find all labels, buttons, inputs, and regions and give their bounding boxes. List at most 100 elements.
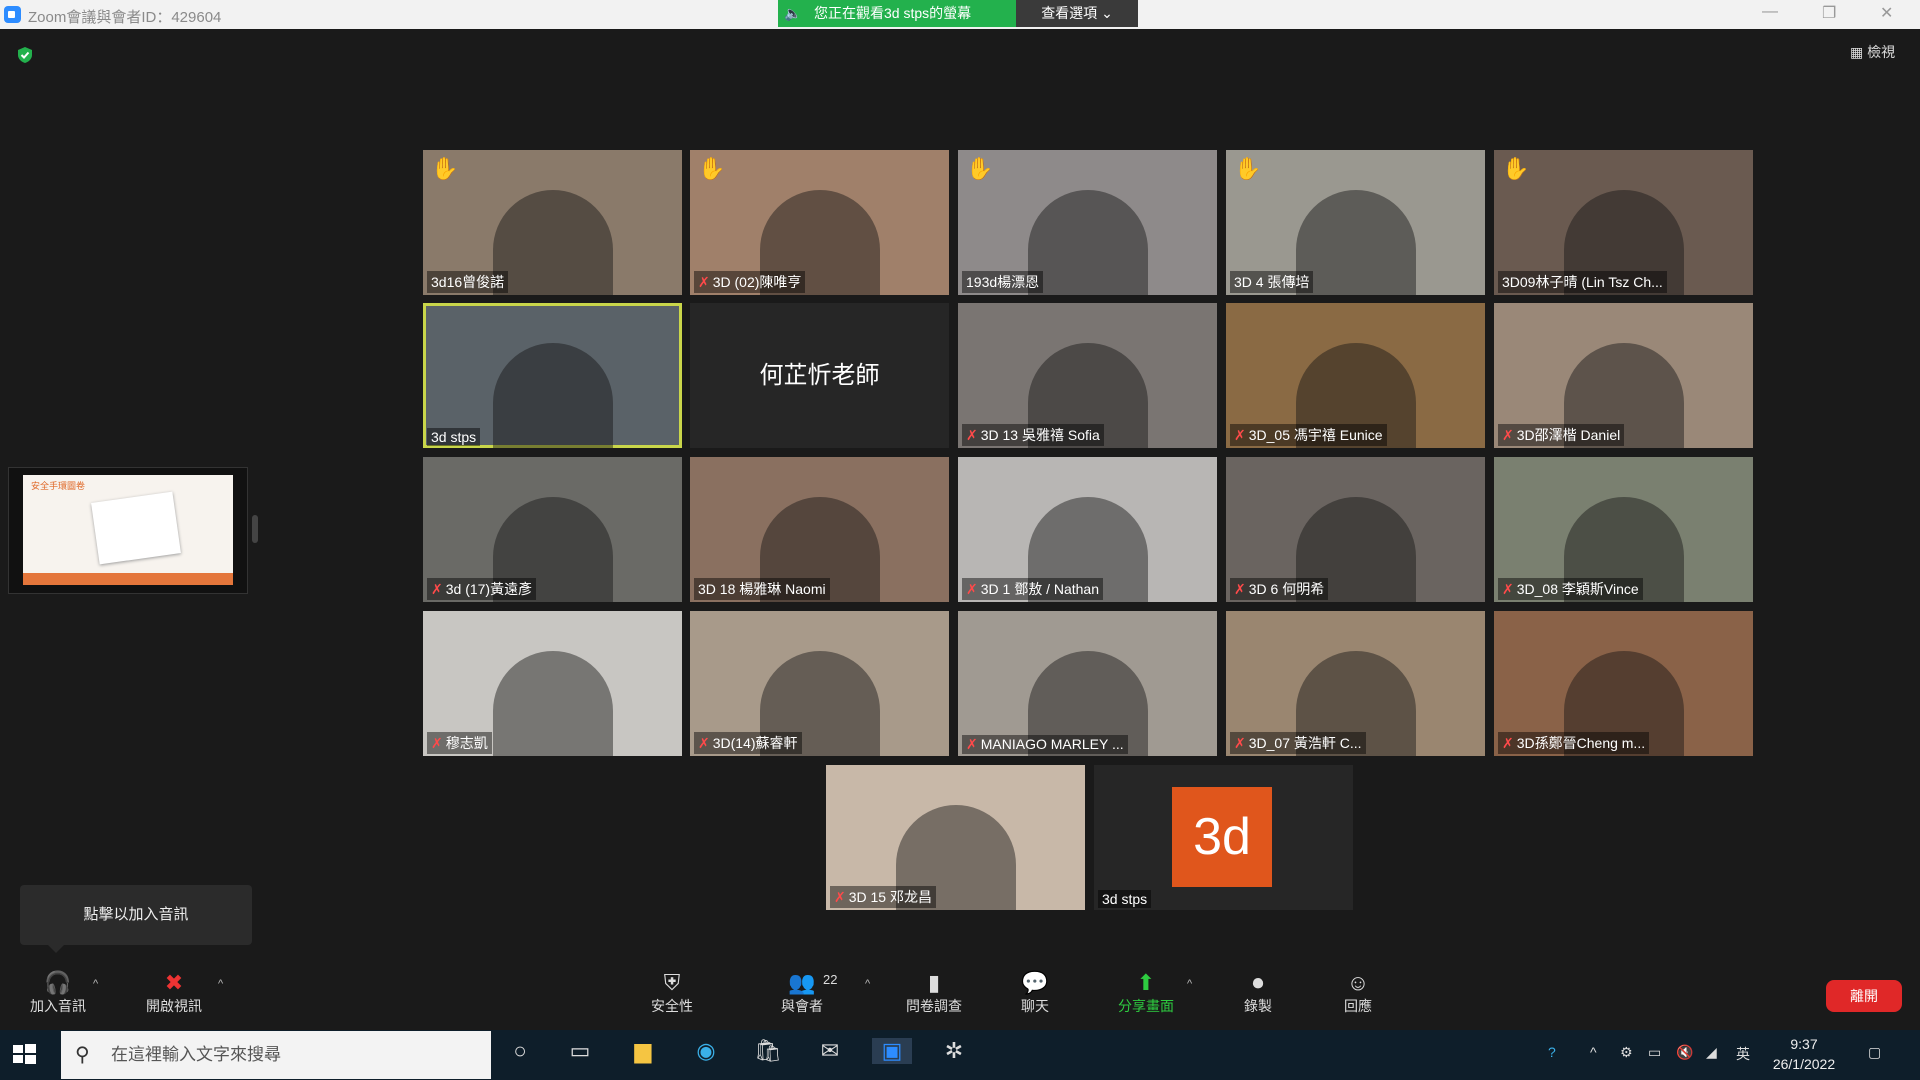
participant-name: 193d楊漂恩 — [962, 271, 1044, 293]
participants-count: 22 — [823, 972, 838, 987]
participant-name: ✗ 3D孫鄭晉Cheng m... — [1498, 732, 1650, 754]
participant-tile[interactable]: 3d 3d stps — [1094, 765, 1353, 910]
encryption-shield-icon[interactable] — [16, 46, 34, 64]
participant-tile[interactable]: ✗ 3D_07 黃浩軒 C... — [1226, 611, 1485, 756]
participant-name-text: 3d16曾俊諾 — [431, 274, 505, 290]
close-icon[interactable]: ✕ — [1880, 3, 1893, 23]
participant-tile[interactable]: ✋ 3D09林子晴 (Lin Tsz Ch... — [1494, 150, 1753, 295]
security-button[interactable]: ⛨ 安全性 — [632, 970, 712, 1016]
mail-icon[interactable]: ✉ — [810, 1038, 850, 1064]
tray-expand-icon[interactable]: ^ — [1590, 1044, 1597, 1060]
zoom-taskbar-icon[interactable]: ▣ — [872, 1038, 912, 1064]
participant-tile[interactable]: ✗ 3D 1 鄧敖 / Nathan — [958, 457, 1217, 602]
raised-hand-icon: ✋ — [1502, 156, 1530, 181]
muted-mic-icon: ✗ — [834, 889, 846, 905]
file-explorer-icon[interactable]: ▆ — [623, 1038, 663, 1064]
participant-tile[interactable]: 3d stps — [423, 303, 682, 448]
reactions-button[interactable]: ☺ 回應 — [1318, 970, 1398, 1016]
store-icon[interactable]: 🛍 — [748, 1038, 788, 1064]
slide-paper-image — [91, 491, 181, 565]
participant-name: ✗ 3D_07 黃浩軒 C... — [1230, 732, 1366, 754]
participant-tile[interactable]: ✗ 3D(14)蘇睿軒 — [690, 611, 949, 756]
muted-mic-icon: ✗ — [431, 581, 443, 597]
wifi-icon[interactable]: ◢ — [1706, 1044, 1717, 1061]
gallery-view-button[interactable]: ▦ 檢視 — [1850, 42, 1895, 62]
ime-indicator[interactable]: 英 — [1736, 1044, 1750, 1064]
bar-chart-icon: ▮ — [927, 970, 941, 995]
notifications-icon[interactable]: ▢ — [1868, 1044, 1881, 1061]
muted-mic-icon: ✗ — [1502, 581, 1514, 597]
participant-tile[interactable]: ✗ 3D_05 馮宇禧 Eunice — [1226, 303, 1485, 448]
chat-button[interactable]: 💬 聊天 — [995, 970, 1075, 1016]
share-screen-button[interactable]: ⬆ 分享畫面 — [1106, 970, 1186, 1016]
view-button-label: 檢視 — [1867, 44, 1896, 60]
participant-tile[interactable]: ✗ 3D 15 邓龙昌 — [826, 765, 1085, 910]
participant-name: 3d stps — [427, 428, 481, 446]
chat-label: 聊天 — [1021, 998, 1049, 1014]
participant-tile[interactable]: ✗ 3D 6 何明希 — [1226, 457, 1485, 602]
minimize-icon[interactable]: — — [1762, 3, 1778, 21]
participant-tile[interactable]: ✗ 穆志凱 — [423, 611, 682, 756]
participant-name-text: 193d楊漂恩 — [966, 274, 1040, 290]
thumbnail-resize-handle[interactable] — [252, 515, 258, 543]
participant-name-text: 3D_05 馮宇禧 Eunice — [1248, 427, 1383, 443]
participant-tile[interactable]: 3D 18 楊雅琳 Naomi — [690, 457, 949, 602]
slide-header: 安全手環圖卷 — [31, 481, 86, 491]
app-icon[interactable]: ✲ — [934, 1038, 974, 1064]
battery-icon[interactable]: ▭ — [1648, 1044, 1661, 1061]
muted-mic-icon: ✗ — [1234, 427, 1246, 443]
record-button[interactable]: ⏺ 錄製 — [1218, 970, 1298, 1016]
participant-tile[interactable]: ✗ 3D_08 李穎斯Vince — [1494, 457, 1753, 602]
taskbar-clock[interactable]: 9:37 26/1/2022 — [1764, 1034, 1844, 1074]
participant-tile[interactable]: ✋ 3D 4 張傳培 — [1226, 150, 1485, 295]
join-audio-label: 加入音訊 — [30, 998, 86, 1014]
participant-name-text: 3D 18 楊雅琳 Naomi — [698, 581, 826, 597]
participant-tile[interactable]: ✗ 3D 13 吳雅禧 Sofia — [958, 303, 1217, 448]
audio-options-caret[interactable]: ^ — [93, 978, 98, 990]
participant-tile[interactable]: 何芷忻老師 — [690, 303, 949, 448]
participant-tile[interactable]: ✗ 3D邵澤楷 Daniel — [1494, 303, 1753, 448]
taskbar-search-box[interactable]: ⚲ 在這裡輸入文字來搜尋 — [61, 1031, 491, 1079]
clock-date: 26/1/2022 — [1772, 1056, 1836, 1072]
participant-name-text: 3D 6 何明希 — [1248, 581, 1325, 597]
participant-name: 3d stps — [1098, 890, 1152, 908]
muted-mic-icon: ✗ — [1234, 581, 1246, 597]
view-options-button[interactable]: 查看選項 ⌄ — [1016, 0, 1138, 27]
participant-tile[interactable]: ✋ 193d楊漂恩 — [958, 150, 1217, 295]
participant-name-text: 3d (17)黃遠彥 — [445, 581, 533, 597]
participant-tile[interactable]: ✗ 3D孫鄭晉Cheng m... — [1494, 611, 1753, 756]
polls-button[interactable]: ▮ 問卷調查 — [894, 970, 974, 1016]
emoji-plus-icon: ☺ — [1346, 970, 1370, 995]
volume-icon[interactable]: 🔇 — [1676, 1044, 1693, 1061]
raised-hand-icon: ✋ — [966, 156, 994, 181]
leave-button[interactable]: 離開 — [1826, 980, 1902, 1012]
edge-icon[interactable]: ◉ — [686, 1038, 726, 1064]
participant-name-text: 3d stps — [1102, 891, 1148, 907]
raised-hand-icon: ✋ — [431, 156, 459, 181]
slide-bottom-bar — [23, 573, 233, 585]
shared-slide: 安全手環圖卷 — [23, 475, 233, 585]
participant-tile[interactable]: ✗ 3d (17)黃遠彥 — [423, 457, 682, 602]
participant-name-text: 3D(14)蘇睿軒 — [712, 735, 798, 751]
muted-mic-icon: ✗ — [1502, 427, 1514, 443]
cortana-icon[interactable]: ○ — [500, 1038, 540, 1064]
video-options-caret[interactable]: ^ — [218, 978, 223, 990]
shared-screen-thumbnail[interactable]: 安全手環圖卷 — [8, 467, 248, 594]
help-icon[interactable]: ? — [1548, 1044, 1556, 1060]
participant-tile[interactable]: ✗ MANIAGO MARLEY ... — [958, 611, 1217, 756]
windows-start-icon[interactable] — [10, 1040, 38, 1068]
task-view-icon[interactable]: ▭ — [560, 1038, 600, 1064]
participant-name-text: MANIAGO MARLEY ... — [980, 736, 1124, 752]
participant-name-text: 3D (02)陳唯亨 — [712, 274, 802, 290]
participant-tile[interactable]: ✋ ✗ 3D (02)陳唯亨 — [690, 150, 949, 295]
restore-icon[interactable]: ❐ — [1822, 3, 1836, 23]
start-video-button[interactable]: ✖ 開啟視訊 — [134, 970, 214, 1016]
participant-name-text: 3d stps — [431, 429, 477, 445]
title-bar: Zoom會議與會者ID：429604 🔈 您正在觀看3d stps的螢幕 查看選… — [0, 0, 1920, 29]
participants-options-caret[interactable]: ^ — [865, 978, 870, 990]
grid-icon: ▦ — [1850, 44, 1864, 60]
participant-tile[interactable]: ✋ 3d16曾俊諾 — [423, 150, 682, 295]
network-icon[interactable]: ⚙ — [1620, 1044, 1633, 1061]
share-options-caret[interactable]: ^ — [1187, 978, 1192, 990]
join-audio-button[interactable]: 🎧 加入音訊 — [18, 970, 98, 1016]
